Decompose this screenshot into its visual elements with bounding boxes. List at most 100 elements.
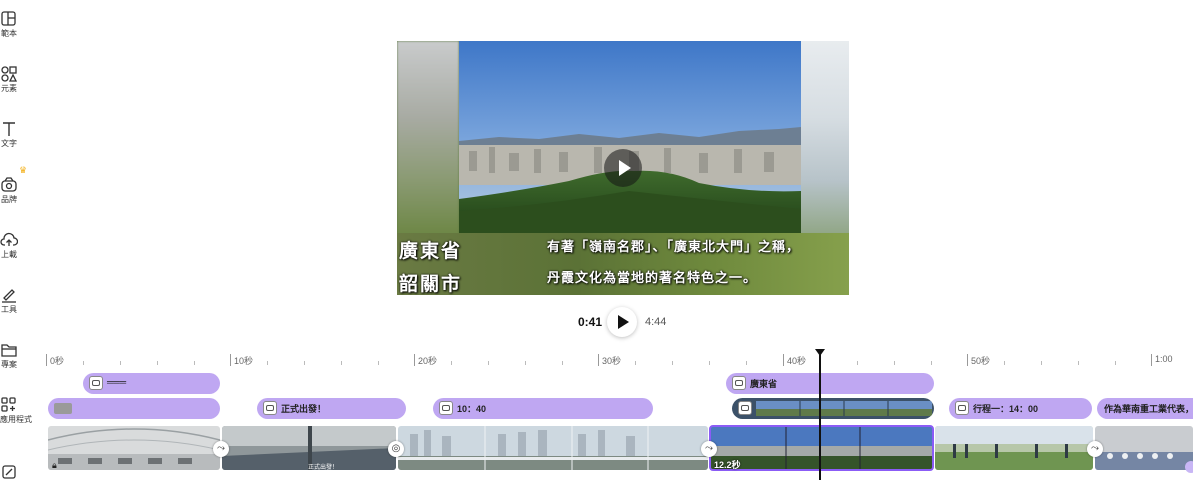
lock-icon: 🔒︎ (52, 460, 57, 470)
ruler-label: 40秒 (787, 356, 807, 366)
video-clip[interactable] (48, 426, 220, 470)
sidebar-item-elements[interactable]: 元素 (0, 65, 18, 94)
ruler-minor-tick (525, 361, 526, 365)
ruler-tick (598, 354, 599, 366)
ruler-minor-tick (267, 361, 268, 365)
text-track-clip[interactable]: 作為華南重工業代表， (1097, 398, 1193, 419)
video-clip[interactable] (1095, 426, 1193, 470)
sidebar-item-label: 應用程式 (0, 415, 32, 424)
image-track-clip[interactable] (48, 398, 220, 419)
text-clip-icon (263, 401, 277, 415)
text-clip-label: 正式出發！ (281, 404, 327, 414)
ruler-tick (783, 354, 784, 366)
template-icon (1, 11, 16, 26)
total-time: 4:44 (645, 316, 667, 328)
playhead-handle[interactable] (815, 349, 825, 356)
text-icon (3, 122, 15, 136)
ruler-label: 10秒 (234, 356, 254, 366)
sidebar-item-label: 上載 (1, 250, 17, 259)
video-clip-selected[interactable] (709, 425, 934, 471)
sidebar-item-apps[interactable]: 應用程式 (0, 396, 32, 425)
ruler-minor-tick (1004, 361, 1005, 365)
clip-thumbnail (54, 403, 72, 414)
ruler-label: 1:00 (1155, 354, 1173, 364)
image-clip-icon (738, 401, 752, 415)
left-sidebar: 範本 元素 文字 品牌 上載 工具 專案 應用程式 ♛ (0, 0, 32, 481)
ruler-tick (414, 354, 415, 366)
sidebar-item-projects[interactable]: 專案 (0, 341, 18, 370)
ruler-minor-tick (157, 361, 158, 365)
text-clip-icon (439, 401, 453, 415)
ruler-label: 20秒 (418, 356, 438, 366)
ruler-minor-tick (1041, 361, 1042, 365)
clip-duration-badge: 12.2秒 (714, 460, 741, 470)
city-landscape-photo (459, 41, 801, 233)
text-track-clip[interactable]: ═══ (83, 373, 220, 394)
play-button[interactable] (607, 307, 637, 337)
preview-play-button[interactable] (604, 149, 642, 187)
transition-icon[interactable]: ⤳ (213, 441, 229, 457)
ruler-label: 30秒 (602, 356, 622, 366)
video-clip[interactable] (935, 426, 1093, 470)
video-preview[interactable]: 廣東省 韶關市 有著「嶺南名郡」、「廣東北大門」之稱， 丹霞文化為當地的著名特色… (397, 41, 849, 295)
ruler-minor-tick (194, 361, 195, 365)
ruler-minor-tick (1115, 361, 1116, 365)
ruler-minor-tick (635, 361, 636, 365)
ruler-minor-tick (304, 361, 305, 365)
sidebar-item-draw[interactable]: 工具 (0, 286, 18, 315)
ruler-minor-tick (1078, 361, 1079, 365)
text-clip-icon (955, 401, 969, 415)
caption-description-line2: 丹霞文化為當地的著名特色之一。 (547, 271, 758, 286)
text-track-clip[interactable]: 行程一：14：00 (949, 398, 1092, 419)
text-clip-icon (732, 376, 746, 390)
transition-icon[interactable]: ◎ (388, 441, 404, 457)
ruler-tick (967, 354, 968, 366)
crown-icon: ♛ (19, 165, 28, 175)
sidebar-item-upload[interactable]: 上載 (0, 231, 18, 260)
playhead[interactable] (819, 352, 821, 480)
clip-overlay-text: 正式出發！ (308, 465, 339, 471)
apps-icon (1, 397, 16, 412)
clip-thumbnail-strip (756, 401, 932, 416)
transition-icon[interactable]: ⤳ (1087, 441, 1103, 457)
ruler-minor-tick (120, 361, 121, 365)
text-clip-label: 行程一：14：00 (973, 404, 1039, 414)
ruler-minor-tick (709, 361, 710, 365)
sidebar-item-label: 文字 (1, 139, 17, 148)
text-track-clip[interactable]: 正式出發！ (257, 398, 406, 419)
ruler-minor-tick (894, 361, 895, 365)
caption-province: 廣東省 (399, 240, 463, 262)
text-track-clip[interactable]: 10：40 (433, 398, 653, 419)
text-clip-icon (89, 376, 103, 390)
text-clip-label: ═══ (107, 377, 127, 387)
ruler-minor-tick (378, 361, 379, 365)
image-track-clip[interactable] (732, 398, 934, 419)
ruler-minor-tick (451, 361, 452, 365)
folder-icon (1, 344, 17, 357)
ruler-tick (230, 354, 231, 366)
sidebar-item-brand[interactable]: 品牌 (0, 176, 18, 205)
sidebar-item-label: 品牌 (1, 195, 17, 204)
ruler-minor-tick (488, 361, 489, 365)
sidebar-item-text[interactable]: 文字 (0, 120, 18, 149)
sidebar-item-templates[interactable]: 範本 (0, 10, 18, 39)
caption-city: 韶關市 (399, 273, 463, 295)
ruler-minor-tick (672, 361, 673, 365)
sidebar-item-label: 工具 (1, 305, 17, 314)
text-clip-label: 作為華南重工業代表， (1104, 404, 1193, 414)
sidebar-item-magic[interactable] (0, 463, 18, 481)
sidebar-item-label: 專案 (1, 360, 17, 369)
ruler-minor-tick (857, 361, 858, 365)
timeline-ruler[interactable]: 0秒 10秒 20秒 30秒 40秒 50秒 1:00 (46, 352, 1193, 366)
sidebar-item-label: 元素 (1, 84, 17, 93)
timeline-scroll-handle[interactable] (1185, 461, 1193, 473)
ruler-minor-tick (562, 361, 563, 365)
current-time: 0:41 (577, 315, 602, 329)
ruler-label: 50秒 (971, 356, 991, 366)
ruler-minor-tick (341, 361, 342, 365)
video-clip[interactable] (398, 426, 708, 470)
text-track-clip[interactable]: 廣東省 (726, 373, 934, 394)
draw-icon (2, 289, 16, 303)
transition-icon[interactable]: ⤳ (701, 441, 717, 457)
ruler-tick (46, 354, 47, 366)
